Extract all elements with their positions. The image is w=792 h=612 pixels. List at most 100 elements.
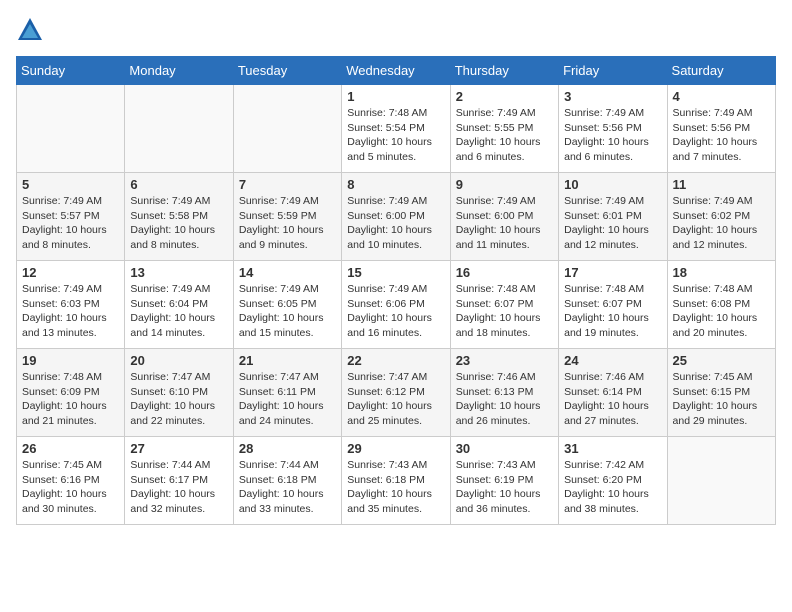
calendar-cell: 24 Sunrise: 7:46 AMSunset: 6:14 PMDayligh… bbox=[559, 349, 667, 437]
day-info: Sunrise: 7:45 AMSunset: 6:16 PMDaylight:… bbox=[22, 458, 119, 517]
day-number: 7 bbox=[239, 177, 336, 192]
day-info: Sunrise: 7:46 AMSunset: 6:13 PMDaylight:… bbox=[456, 370, 553, 429]
calendar-cell: 18 Sunrise: 7:48 AMSunset: 6:08 PMDayligh… bbox=[667, 261, 775, 349]
weekday-header: Monday bbox=[125, 57, 233, 85]
calendar-cell: 4Sunrise: 7:49 AMSunset: 5:56 PMDaylight… bbox=[667, 85, 775, 173]
calendar-cell: 3Sunrise: 7:49 AMSunset: 5:56 PMDaylight… bbox=[559, 85, 667, 173]
week-row: 26 Sunrise: 7:45 AMSunset: 6:16 PMDayligh… bbox=[17, 437, 776, 525]
day-info: Sunrise: 7:48 AMSunset: 6:07 PMDaylight:… bbox=[564, 282, 661, 341]
day-number: 29 bbox=[347, 441, 444, 456]
day-number: 19 bbox=[22, 353, 119, 368]
calendar-cell: 21 Sunrise: 7:47 AMSunset: 6:11 PMDayligh… bbox=[233, 349, 341, 437]
calendar-cell: 27 Sunrise: 7:44 AMSunset: 6:17 PMDayligh… bbox=[125, 437, 233, 525]
calendar-cell: 26 Sunrise: 7:45 AMSunset: 6:16 PMDayligh… bbox=[17, 437, 125, 525]
day-info: Sunrise: 7:49 AMSunset: 5:59 PMDaylight:… bbox=[239, 194, 336, 253]
day-info: Sunrise: 7:49 AMSunset: 5:56 PMDaylight:… bbox=[673, 106, 770, 165]
weekday-header: Tuesday bbox=[233, 57, 341, 85]
calendar-cell: 29 Sunrise: 7:43 AMSunset: 6:18 PMDayligh… bbox=[342, 437, 450, 525]
day-info: Sunrise: 7:49 AMSunset: 6:00 PMDaylight:… bbox=[347, 194, 444, 253]
day-number: 31 bbox=[564, 441, 661, 456]
week-row: 5 Sunrise: 7:49 AMSunset: 5:57 PMDaylight… bbox=[17, 173, 776, 261]
day-info: Sunrise: 7:43 AMSunset: 6:19 PMDaylight:… bbox=[456, 458, 553, 517]
day-info: Sunrise: 7:48 AMSunset: 5:54 PMDaylight:… bbox=[347, 106, 444, 165]
logo-icon bbox=[16, 16, 44, 44]
day-number: 25 bbox=[673, 353, 770, 368]
week-row: 1Sunrise: 7:48 AMSunset: 5:54 PMDaylight… bbox=[17, 85, 776, 173]
calendar-cell bbox=[667, 437, 775, 525]
day-number: 13 bbox=[130, 265, 227, 280]
day-number: 2 bbox=[456, 89, 553, 104]
day-number: 20 bbox=[130, 353, 227, 368]
week-row: 19Sunrise: 7:48 AMSunset: 6:09 PMDayligh… bbox=[17, 349, 776, 437]
week-row: 12 Sunrise: 7:49 AMSunset: 6:03 PMDayligh… bbox=[17, 261, 776, 349]
calendar-cell: 22 Sunrise: 7:47 AMSunset: 6:12 PMDayligh… bbox=[342, 349, 450, 437]
calendar-cell: 19Sunrise: 7:48 AMSunset: 6:09 PMDayligh… bbox=[17, 349, 125, 437]
calendar-cell: 23 Sunrise: 7:46 AMSunset: 6:13 PMDayligh… bbox=[450, 349, 558, 437]
calendar-cell bbox=[125, 85, 233, 173]
calendar-cell: 10 Sunrise: 7:49 AMSunset: 6:01 PMDayligh… bbox=[559, 173, 667, 261]
weekday-header: Wednesday bbox=[342, 57, 450, 85]
day-number: 11 bbox=[673, 177, 770, 192]
day-number: 10 bbox=[564, 177, 661, 192]
day-info: Sunrise: 7:49 AMSunset: 5:58 PMDaylight:… bbox=[130, 194, 227, 253]
calendar-cell: 11 Sunrise: 7:49 AMSunset: 6:02 PMDayligh… bbox=[667, 173, 775, 261]
day-number: 3 bbox=[564, 89, 661, 104]
calendar-table: SundayMondayTuesdayWednesdayThursdayFrid… bbox=[16, 56, 776, 525]
day-number: 14 bbox=[239, 265, 336, 280]
day-info: Sunrise: 7:44 AMSunset: 6:17 PMDaylight:… bbox=[130, 458, 227, 517]
day-info: Sunrise: 7:49 AMSunset: 5:57 PMDaylight:… bbox=[22, 194, 119, 253]
weekday-header: Thursday bbox=[450, 57, 558, 85]
calendar-cell bbox=[233, 85, 341, 173]
calendar-cell: 31Sunrise: 7:42 AMSunset: 6:20 PMDayligh… bbox=[559, 437, 667, 525]
calendar-cell: 30Sunrise: 7:43 AMSunset: 6:19 PMDayligh… bbox=[450, 437, 558, 525]
calendar-cell: 16Sunrise: 7:48 AMSunset: 6:07 PMDayligh… bbox=[450, 261, 558, 349]
day-info: Sunrise: 7:44 AMSunset: 6:18 PMDaylight:… bbox=[239, 458, 336, 517]
day-info: Sunrise: 7:49 AMSunset: 6:01 PMDaylight:… bbox=[564, 194, 661, 253]
day-info: Sunrise: 7:49 AMSunset: 6:05 PMDaylight:… bbox=[239, 282, 336, 341]
calendar-cell: 28Sunrise: 7:44 AMSunset: 6:18 PMDayligh… bbox=[233, 437, 341, 525]
calendar-cell bbox=[17, 85, 125, 173]
day-number: 27 bbox=[130, 441, 227, 456]
day-number: 17 bbox=[564, 265, 661, 280]
day-number: 18 bbox=[673, 265, 770, 280]
day-info: Sunrise: 7:49 AMSunset: 6:04 PMDaylight:… bbox=[130, 282, 227, 341]
day-number: 9 bbox=[456, 177, 553, 192]
weekday-header: Friday bbox=[559, 57, 667, 85]
day-number: 23 bbox=[456, 353, 553, 368]
day-number: 12 bbox=[22, 265, 119, 280]
calendar-cell: 7 Sunrise: 7:49 AMSunset: 5:59 PMDaylight… bbox=[233, 173, 341, 261]
calendar-cell: 6 Sunrise: 7:49 AMSunset: 5:58 PMDaylight… bbox=[125, 173, 233, 261]
calendar-cell: 13 Sunrise: 7:49 AMSunset: 6:04 PMDayligh… bbox=[125, 261, 233, 349]
day-number: 26 bbox=[22, 441, 119, 456]
logo bbox=[16, 16, 48, 44]
calendar-cell: 15Sunrise: 7:49 AMSunset: 6:06 PMDayligh… bbox=[342, 261, 450, 349]
day-number: 8 bbox=[347, 177, 444, 192]
calendar-cell: 2 Sunrise: 7:49 AMSunset: 5:55 PMDaylight… bbox=[450, 85, 558, 173]
day-info: Sunrise: 7:49 AMSunset: 6:03 PMDaylight:… bbox=[22, 282, 119, 341]
calendar-body: 1Sunrise: 7:48 AMSunset: 5:54 PMDaylight… bbox=[17, 85, 776, 525]
calendar-cell: 9 Sunrise: 7:49 AMSunset: 6:00 PMDaylight… bbox=[450, 173, 558, 261]
day-info: Sunrise: 7:49 AMSunset: 6:00 PMDaylight:… bbox=[456, 194, 553, 253]
day-info: Sunrise: 7:47 AMSunset: 6:12 PMDaylight:… bbox=[347, 370, 444, 429]
calendar-cell: 8 Sunrise: 7:49 AMSunset: 6:00 PMDaylight… bbox=[342, 173, 450, 261]
day-number: 24 bbox=[564, 353, 661, 368]
calendar-cell: 12 Sunrise: 7:49 AMSunset: 6:03 PMDayligh… bbox=[17, 261, 125, 349]
day-number: 22 bbox=[347, 353, 444, 368]
day-info: Sunrise: 7:47 AMSunset: 6:11 PMDaylight:… bbox=[239, 370, 336, 429]
calendar-cell: 17 Sunrise: 7:48 AMSunset: 6:07 PMDayligh… bbox=[559, 261, 667, 349]
calendar-cell: 25 Sunrise: 7:45 AMSunset: 6:15 PMDayligh… bbox=[667, 349, 775, 437]
day-info: Sunrise: 7:46 AMSunset: 6:14 PMDaylight:… bbox=[564, 370, 661, 429]
day-number: 5 bbox=[22, 177, 119, 192]
calendar-cell: 1Sunrise: 7:48 AMSunset: 5:54 PMDaylight… bbox=[342, 85, 450, 173]
day-info: Sunrise: 7:49 AMSunset: 5:55 PMDaylight:… bbox=[456, 106, 553, 165]
day-info: Sunrise: 7:49 AMSunset: 6:06 PMDaylight:… bbox=[347, 282, 444, 341]
day-number: 6 bbox=[130, 177, 227, 192]
calendar-cell: 20Sunrise: 7:47 AMSunset: 6:10 PMDayligh… bbox=[125, 349, 233, 437]
calendar-cell: 5 Sunrise: 7:49 AMSunset: 5:57 PMDaylight… bbox=[17, 173, 125, 261]
day-info: Sunrise: 7:45 AMSunset: 6:15 PMDaylight:… bbox=[673, 370, 770, 429]
day-info: Sunrise: 7:49 AMSunset: 6:02 PMDaylight:… bbox=[673, 194, 770, 253]
day-number: 21 bbox=[239, 353, 336, 368]
day-number: 16 bbox=[456, 265, 553, 280]
day-info: Sunrise: 7:48 AMSunset: 6:08 PMDaylight:… bbox=[673, 282, 770, 341]
day-info: Sunrise: 7:43 AMSunset: 6:18 PMDaylight:… bbox=[347, 458, 444, 517]
